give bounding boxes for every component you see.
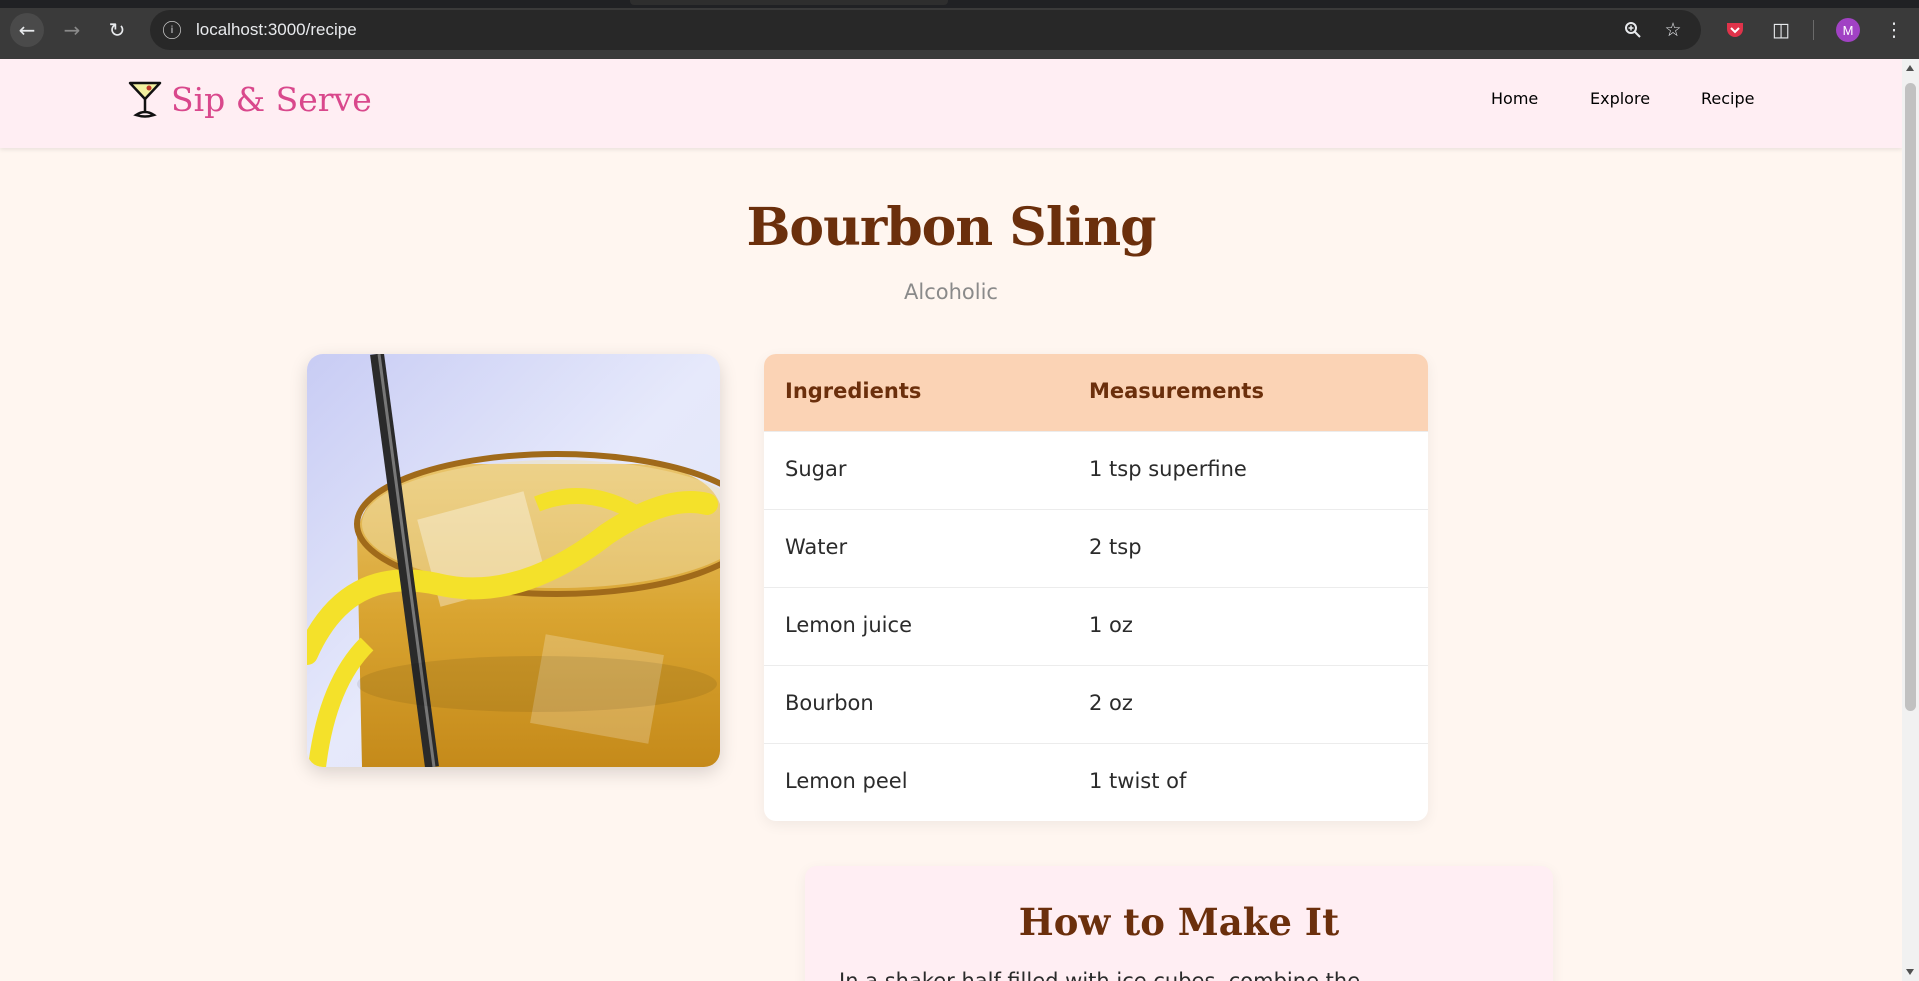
header-measurements: Measurements — [1089, 379, 1264, 403]
measurement-cell: 2 oz — [1089, 691, 1133, 715]
address-bar[interactable]: i localhost:3000/recipe — [150, 10, 1701, 50]
zoom-icon — [1625, 22, 1641, 38]
star-icon: ☆ — [1664, 19, 1682, 41]
measurement-cell: 1 tsp superfine — [1089, 457, 1247, 481]
toolbar-separator — [1813, 20, 1814, 40]
pocket-icon — [1727, 23, 1743, 37]
recipe-category: Alcoholic — [904, 280, 998, 304]
instructions-text: In a shaker half-filled with ice cubes, … — [839, 969, 1361, 981]
forward-button[interactable]: → — [55, 13, 89, 47]
bookmark-button[interactable]: ☆ — [1656, 13, 1690, 47]
drink-image — [307, 354, 720, 767]
ingredient-cell: Lemon peel — [785, 769, 908, 793]
scroll-up-icon[interactable] — [1906, 65, 1914, 71]
arrow-right-icon: → — [63, 18, 81, 42]
brand-name: Sip & Serve — [171, 79, 372, 119]
table-row: Lemon juice 1 oz — [764, 587, 1428, 665]
table-row: Sugar 1 tsp superfine — [764, 431, 1428, 509]
table-row: Lemon peel 1 twist of — [764, 743, 1428, 821]
ingredient-cell: Bourbon — [785, 691, 874, 715]
measurement-cell: 2 tsp — [1089, 535, 1142, 559]
ingredient-cell: Lemon juice — [785, 613, 912, 637]
drink-photo — [307, 354, 720, 767]
site-header: Sip & Serve Home Explore Recipe — [0, 59, 1902, 148]
cocktail-glass-icon — [128, 81, 162, 118]
reload-button[interactable]: ↻ — [100, 13, 134, 47]
logo[interactable]: Sip & Serve — [127, 79, 372, 119]
nav-explore[interactable]: Explore — [1590, 89, 1650, 108]
menu-button[interactable]: ⋮ — [1877, 13, 1911, 47]
table-row: Bourbon 2 oz — [764, 665, 1428, 743]
ingredient-cell: Water — [785, 535, 848, 559]
more-vertical-icon: ⋮ — [1884, 19, 1904, 41]
table-row: Water 2 tsp — [764, 509, 1428, 587]
zoom-button[interactable] — [1616, 13, 1650, 47]
pocket-extension-button[interactable] — [1718, 13, 1752, 47]
profile-avatar[interactable]: M — [1836, 18, 1860, 42]
site-info-icon[interactable]: i — [163, 21, 181, 39]
puzzle-icon: ◫ — [1772, 19, 1790, 41]
active-tab[interactable] — [630, 0, 948, 5]
recipe-title: Bourbon Sling — [746, 197, 1156, 258]
nav-home[interactable]: Home — [1491, 89, 1538, 108]
table-header: Ingredients Measurements — [764, 354, 1428, 431]
arrow-left-icon: ← — [18, 18, 36, 42]
page-scrollbar[interactable] — [1902, 59, 1919, 981]
ingredient-cell: Sugar — [785, 457, 847, 481]
ingredients-table: Ingredients Measurements Sugar 1 tsp sup… — [764, 354, 1428, 821]
scrollbar-thumb[interactable] — [1905, 83, 1916, 711]
instructions-card: How to Make It In a shaker half-filled w… — [805, 866, 1553, 981]
tab-strip — [0, 0, 1919, 8]
reload-icon: ↻ — [108, 18, 126, 42]
extensions-button[interactable]: ◫ — [1764, 13, 1798, 47]
nav-recipe[interactable]: Recipe — [1701, 89, 1754, 108]
url-text[interactable]: localhost:3000/recipe — [196, 20, 357, 40]
instructions-title: How to Make It — [1018, 900, 1340, 944]
scroll-down-icon[interactable] — [1906, 969, 1914, 975]
browser-toolbar: ← → ↻ i localhost:3000/recipe ☆ ◫ M ⋮ — [0, 0, 1919, 59]
measurement-cell: 1 oz — [1089, 613, 1133, 637]
measurement-cell: 1 twist of — [1089, 769, 1187, 793]
back-button[interactable]: ← — [10, 13, 44, 47]
header-ingredients: Ingredients — [785, 379, 922, 403]
